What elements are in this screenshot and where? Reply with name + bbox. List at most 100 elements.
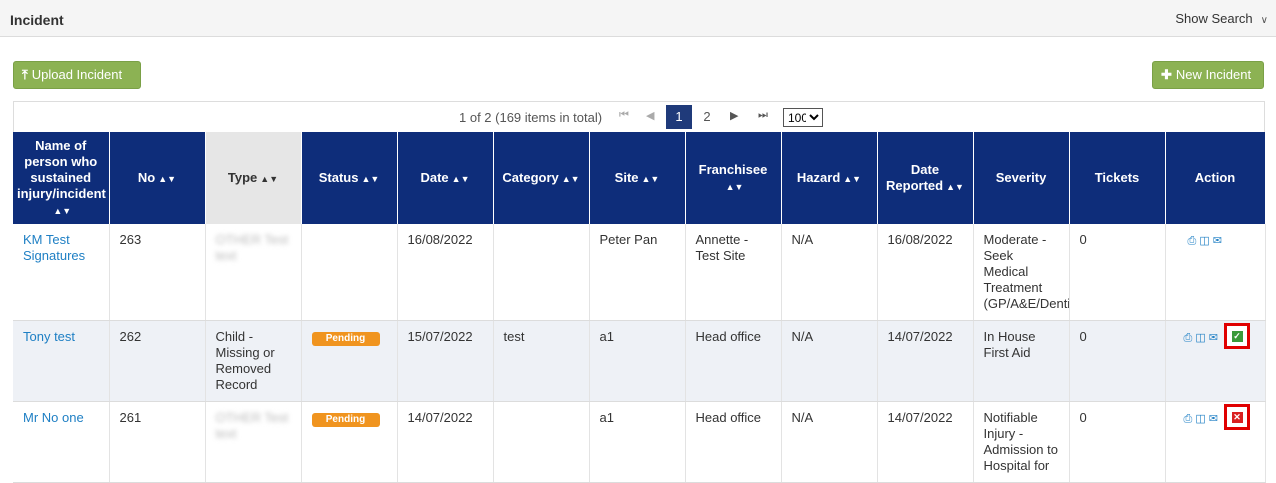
cell-tickets: 0 — [1069, 401, 1166, 483]
cell-severity: Moderate - Seek Medical Treatment (GP/A&… — [973, 224, 1070, 321]
chevron-down-icon: ∨ — [1260, 15, 1268, 26]
plus-icon: ✚ — [1161, 67, 1172, 82]
cell-severity: In House First Aid — [973, 320, 1070, 402]
print-icon[interactable]: ⎙ — [1184, 332, 1193, 344]
cell-no: 261 — [109, 401, 206, 483]
cell-type: Child - Missing or Removed Record — [205, 320, 302, 402]
cell-date-reported: 14/07/2022 — [877, 401, 974, 483]
cell-type: OTHER Test text — [205, 401, 302, 483]
cell-date: 16/08/2022 — [397, 224, 494, 321]
column-header-date[interactable]: Date ▲▼ — [397, 132, 494, 224]
approve-check-icon[interactable]: ✓ — [1231, 331, 1243, 342]
column-header-hazard[interactable]: Hazard ▲▼ — [781, 132, 878, 224]
page-size-select[interactable]: 100 — [783, 108, 823, 127]
cell-category — [493, 401, 590, 483]
cell-site: a1 — [589, 401, 686, 483]
print-icon[interactable]: ⎙ — [1188, 235, 1197, 247]
column-header-type[interactable]: Type ▲▼ — [205, 132, 302, 224]
sort-icon: ▲▼ — [725, 181, 744, 192]
column-header-site[interactable]: Site ▲▼ — [589, 132, 686, 224]
cell-hazard: N/A — [781, 401, 878, 483]
sort-icon: ▲▼ — [361, 173, 380, 184]
column-header-action: Action — [1165, 132, 1266, 224]
sort-icon: ▲▼ — [158, 173, 177, 184]
envelope-icon[interactable]: ✉ — [1213, 235, 1222, 247]
status-badge: Pending — [311, 413, 380, 427]
cell-tickets: 0 — [1069, 320, 1166, 402]
cell-action: ⎙ ◫ ✉ ✓ — [1165, 320, 1266, 402]
cell-franchisee: Head office — [685, 320, 782, 402]
column-header-franchisee[interactable]: Franchisee ▲▼ — [685, 132, 782, 224]
pagination-bar: 1 of 2 (169 items in total) ⏮ ◀ 1 2 ▶ ⏭ … — [13, 101, 1265, 132]
cell-tickets: 0 — [1069, 224, 1166, 321]
inbox-icon[interactable]: ◫ — [1199, 235, 1209, 247]
column-header-tickets: Tickets — [1069, 132, 1166, 224]
print-icon[interactable]: ⎙ — [1184, 413, 1193, 425]
sort-icon: ▲▼ — [260, 173, 279, 184]
table-row: Tony test 262 Child - Missing or Removed… — [13, 320, 1266, 402]
cell-date: 14/07/2022 — [397, 401, 494, 483]
page-button-1[interactable]: 1 — [666, 105, 692, 129]
envelope-icon[interactable]: ✉ — [1209, 413, 1218, 425]
cell-category — [493, 224, 590, 321]
upload-icon: ⤒ — [22, 67, 28, 82]
page-title: Incident — [10, 12, 64, 28]
upload-incident-button[interactable]: ⤒ Upload Incident — [13, 61, 141, 89]
cell-status — [301, 224, 398, 321]
cell-date-reported: 16/08/2022 — [877, 224, 974, 321]
pagination-info: 1 of 2 (169 items in total) — [459, 110, 603, 125]
incident-name-link[interactable]: Tony test — [23, 329, 75, 344]
cell-hazard: N/A — [781, 224, 878, 321]
reject-x-icon[interactable]: ✕ — [1231, 412, 1243, 423]
last-page-icon[interactable]: ⏭ — [758, 109, 768, 122]
column-header-no[interactable]: No ▲▼ — [109, 132, 206, 224]
inbox-icon[interactable]: ◫ — [1195, 413, 1205, 425]
prev-page-icon[interactable]: ◀ — [646, 109, 654, 122]
show-search-toggle[interactable]: Show Search ∨ — [1175, 11, 1268, 26]
cell-date-reported: 14/07/2022 — [877, 320, 974, 402]
sort-icon: ▲▼ — [946, 181, 964, 192]
cell-no: 262 — [109, 320, 206, 402]
highlight-box: ✕ — [1223, 404, 1250, 430]
first-page-icon[interactable]: ⏮ — [619, 109, 629, 122]
incident-name-link[interactable]: Mr No one — [23, 410, 84, 425]
cell-hazard: N/A — [781, 320, 878, 402]
cell-date: 15/07/2022 — [397, 320, 494, 402]
incident-table: Name of person who sustained injury/inci… — [13, 132, 1266, 483]
column-header-date-reported[interactable]: Date Reported ▲▼ — [877, 132, 974, 224]
table-row: KM Test Signatures 263 OTHER Test text 1… — [13, 224, 1266, 321]
column-header-status[interactable]: Status ▲▼ — [301, 132, 398, 224]
cell-franchisee: Head office — [685, 401, 782, 483]
cell-franchisee: Annette - Test Site — [685, 224, 782, 321]
incident-name-link[interactable]: KM Test Signatures — [23, 232, 85, 263]
cell-type: OTHER Test text — [205, 224, 302, 321]
cell-category: test — [493, 320, 590, 402]
cell-no: 263 — [109, 224, 206, 321]
column-header-severity: Severity — [973, 132, 1070, 224]
next-page-icon[interactable]: ▶ — [730, 109, 738, 122]
highlight-box: ✓ — [1223, 323, 1250, 349]
new-incident-label: New Incident — [1175, 67, 1252, 82]
sort-icon: ▲▼ — [641, 173, 660, 184]
upload-incident-label: Upload Incident — [31, 67, 123, 82]
sort-icon: ▲▼ — [561, 173, 580, 184]
column-header-category[interactable]: Category ▲▼ — [493, 132, 590, 224]
show-search-label: Show Search — [1175, 11, 1253, 26]
type-text-redacted: OTHER Test text — [215, 232, 289, 263]
inbox-icon[interactable]: ◫ — [1195, 332, 1205, 344]
column-header-name[interactable]: Name of person who sustained injury/inci… — [13, 132, 110, 224]
page-button-2[interactable]: 2 — [694, 105, 720, 129]
page-header: Incident Show Search ∨ — [0, 0, 1276, 37]
table-row: Mr No one 261 OTHER Test text Pending 14… — [13, 401, 1266, 483]
cell-site: Peter Pan — [589, 224, 686, 321]
new-incident-button[interactable]: ✚ New Incident — [1152, 61, 1264, 89]
cell-name: Mr No one — [13, 401, 110, 483]
cell-action: ⎙ ◫ ✉ — [1165, 224, 1266, 321]
table-header-row: Name of person who sustained injury/inci… — [13, 132, 1266, 224]
sort-icon: ▲▼ — [53, 205, 72, 216]
cell-status: Pending — [301, 401, 398, 483]
cell-name: KM Test Signatures — [13, 224, 110, 321]
envelope-icon[interactable]: ✉ — [1209, 332, 1218, 344]
cell-name: Tony test — [13, 320, 110, 402]
type-text-redacted: OTHER Test text — [215, 410, 289, 441]
